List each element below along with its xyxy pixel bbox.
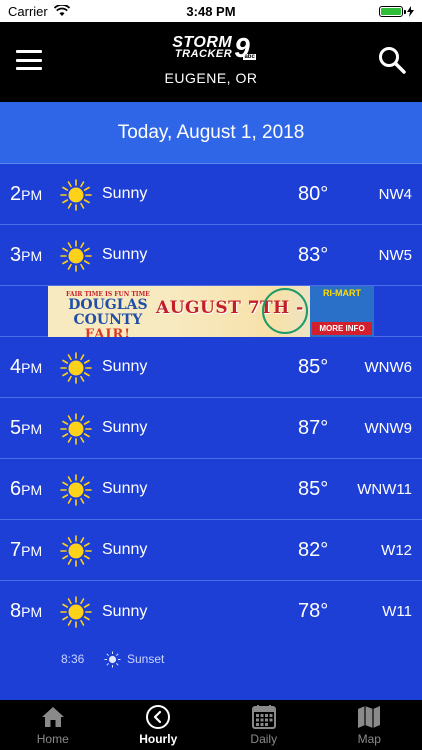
logo-network: abc — [243, 54, 256, 60]
status-left: Carrier — [8, 4, 70, 19]
sunset-time: 8:36 — [61, 652, 85, 666]
tab-home[interactable]: Home — [0, 704, 105, 746]
tab-bar: Home Hourly Daily Map — [0, 700, 422, 750]
hourly-row: 2PM Sunny 80° NW4 — [0, 164, 422, 225]
condition-label: Sunny — [102, 185, 148, 202]
wind-label: WNW6 — [364, 358, 413, 376]
temperature-label: 80° — [298, 182, 329, 205]
condition-label: Sunny — [102, 602, 148, 620]
ferris-wheel-icon — [262, 288, 308, 334]
sun-icon — [60, 179, 92, 211]
county-fair-ad-banner[interactable]: FAIR TIME IS FUN TIME DOUGLAS COUNTY FAI… — [48, 286, 374, 337]
sun-icon — [60, 352, 92, 384]
wind-label: NW4 — [378, 185, 412, 203]
sunset-label: Sunset — [127, 652, 165, 666]
menu-icon-bar-2 — [16, 58, 42, 62]
ad-fair-text: FAIR TIME IS FUN TIME DOUGLAS COUNTY FAI… — [66, 291, 150, 337]
menu-icon-bar-1 — [16, 50, 42, 53]
logo-tracker: TRACKER — [174, 48, 233, 61]
wifi-icon — [53, 5, 70, 16]
wind-label: W12 — [381, 541, 412, 559]
wind-label: NW5 — [378, 246, 412, 264]
sun-icon — [60, 413, 92, 445]
tab-daily-label: Daily — [250, 732, 278, 746]
hourly-row: 8PM Sunny 78° W11 — [0, 581, 422, 642]
logo-block: STORM TRACKER 9 abc EUGENE, OR — [164, 32, 258, 87]
tab-hourly-label: Hourly — [139, 732, 178, 746]
hour-label: 4PM — [10, 355, 43, 378]
hourly-row: 5PM Sunny 87° WNW9 — [0, 398, 422, 459]
date-header: Today, August 1, 2018 — [0, 102, 422, 164]
menu-button[interactable] — [16, 50, 42, 70]
condition-label: Sunny — [102, 419, 148, 436]
clock-icon — [146, 705, 171, 729]
hour-label: 3PM — [10, 243, 43, 266]
condition-label: Sunny — [102, 246, 148, 263]
condition-label: Sunny — [102, 541, 148, 558]
tab-hourly[interactable]: Hourly — [106, 704, 211, 746]
hour-label: 6PM — [10, 477, 43, 500]
temperature-label: 87° — [298, 416, 329, 439]
tab-daily[interactable]: Daily — [211, 704, 316, 746]
ad-row: FAIR TIME IS FUN TIME DOUGLAS COUNTY FAI… — [0, 286, 422, 337]
status-right — [379, 5, 414, 17]
battery-icon — [379, 5, 406, 17]
wind-label: WNW11 — [357, 480, 412, 498]
hour-label: 8PM — [10, 600, 43, 622]
condition-label: Sunny — [102, 480, 148, 497]
sun-icon — [60, 535, 92, 567]
tab-map[interactable]: Map — [317, 704, 422, 746]
location-label: EUGENE, OR — [164, 70, 258, 86]
wind-label: WNW9 — [364, 419, 413, 437]
temperature-label: 85° — [298, 477, 329, 500]
sunset-icon — [104, 651, 121, 668]
hourly-row: 7PM Sunny 82° W12 — [0, 520, 422, 581]
menu-icon-bar-3 — [16, 67, 42, 70]
app-header: STORM TRACKER 9 abc EUGENE, OR — [0, 22, 422, 102]
logo-number: 9 abc — [234, 32, 256, 63]
hourly-list: 2PM Sunny 80° NW4 3PM Sunny 83° NW5 FAIR… — [0, 164, 422, 676]
sun-icon — [60, 474, 92, 506]
more-info-button[interactable]: MORE INFO — [312, 322, 372, 335]
charging-icon — [407, 5, 414, 17]
home-icon — [41, 707, 64, 727]
sunset-row: 8:36 Sunset — [0, 642, 422, 676]
hourly-row: 6PM Sunny 85° WNW11 — [0, 459, 422, 520]
temperature-label: 78° — [298, 600, 329, 622]
stormtracker-logo: STORM TRACKER 9 abc — [172, 32, 256, 63]
search-icon[interactable] — [378, 46, 406, 74]
tab-home-label: Home — [36, 732, 69, 746]
tab-map-label: Map — [357, 732, 381, 746]
temperature-label: 82° — [298, 538, 329, 561]
clock-time: 3:48 PM — [186, 3, 236, 19]
hourly-row: 4PM Sunny 85° WNW6 — [0, 337, 422, 398]
carrier-label: Carrier — [8, 3, 48, 19]
hour-label: 5PM — [10, 416, 43, 439]
sun-icon — [60, 596, 92, 628]
hourly-row: 3PM Sunny 83° NW5 — [0, 225, 422, 286]
hour-label: 7PM — [10, 538, 43, 561]
status-bar: Carrier 3:48 PM — [0, 0, 422, 22]
hour-label: 2PM — [10, 182, 43, 205]
wind-label: W11 — [382, 603, 412, 620]
temperature-label: 83° — [298, 243, 329, 266]
calendar-icon — [251, 705, 276, 729]
temperature-label: 85° — [298, 355, 329, 378]
condition-label: Sunny — [102, 358, 148, 375]
map-icon — [358, 706, 381, 728]
sun-icon — [60, 240, 92, 272]
logo-text: STORM TRACKER — [172, 34, 233, 61]
ad-sponsor: RI-MART MORE INFO — [310, 286, 374, 337]
